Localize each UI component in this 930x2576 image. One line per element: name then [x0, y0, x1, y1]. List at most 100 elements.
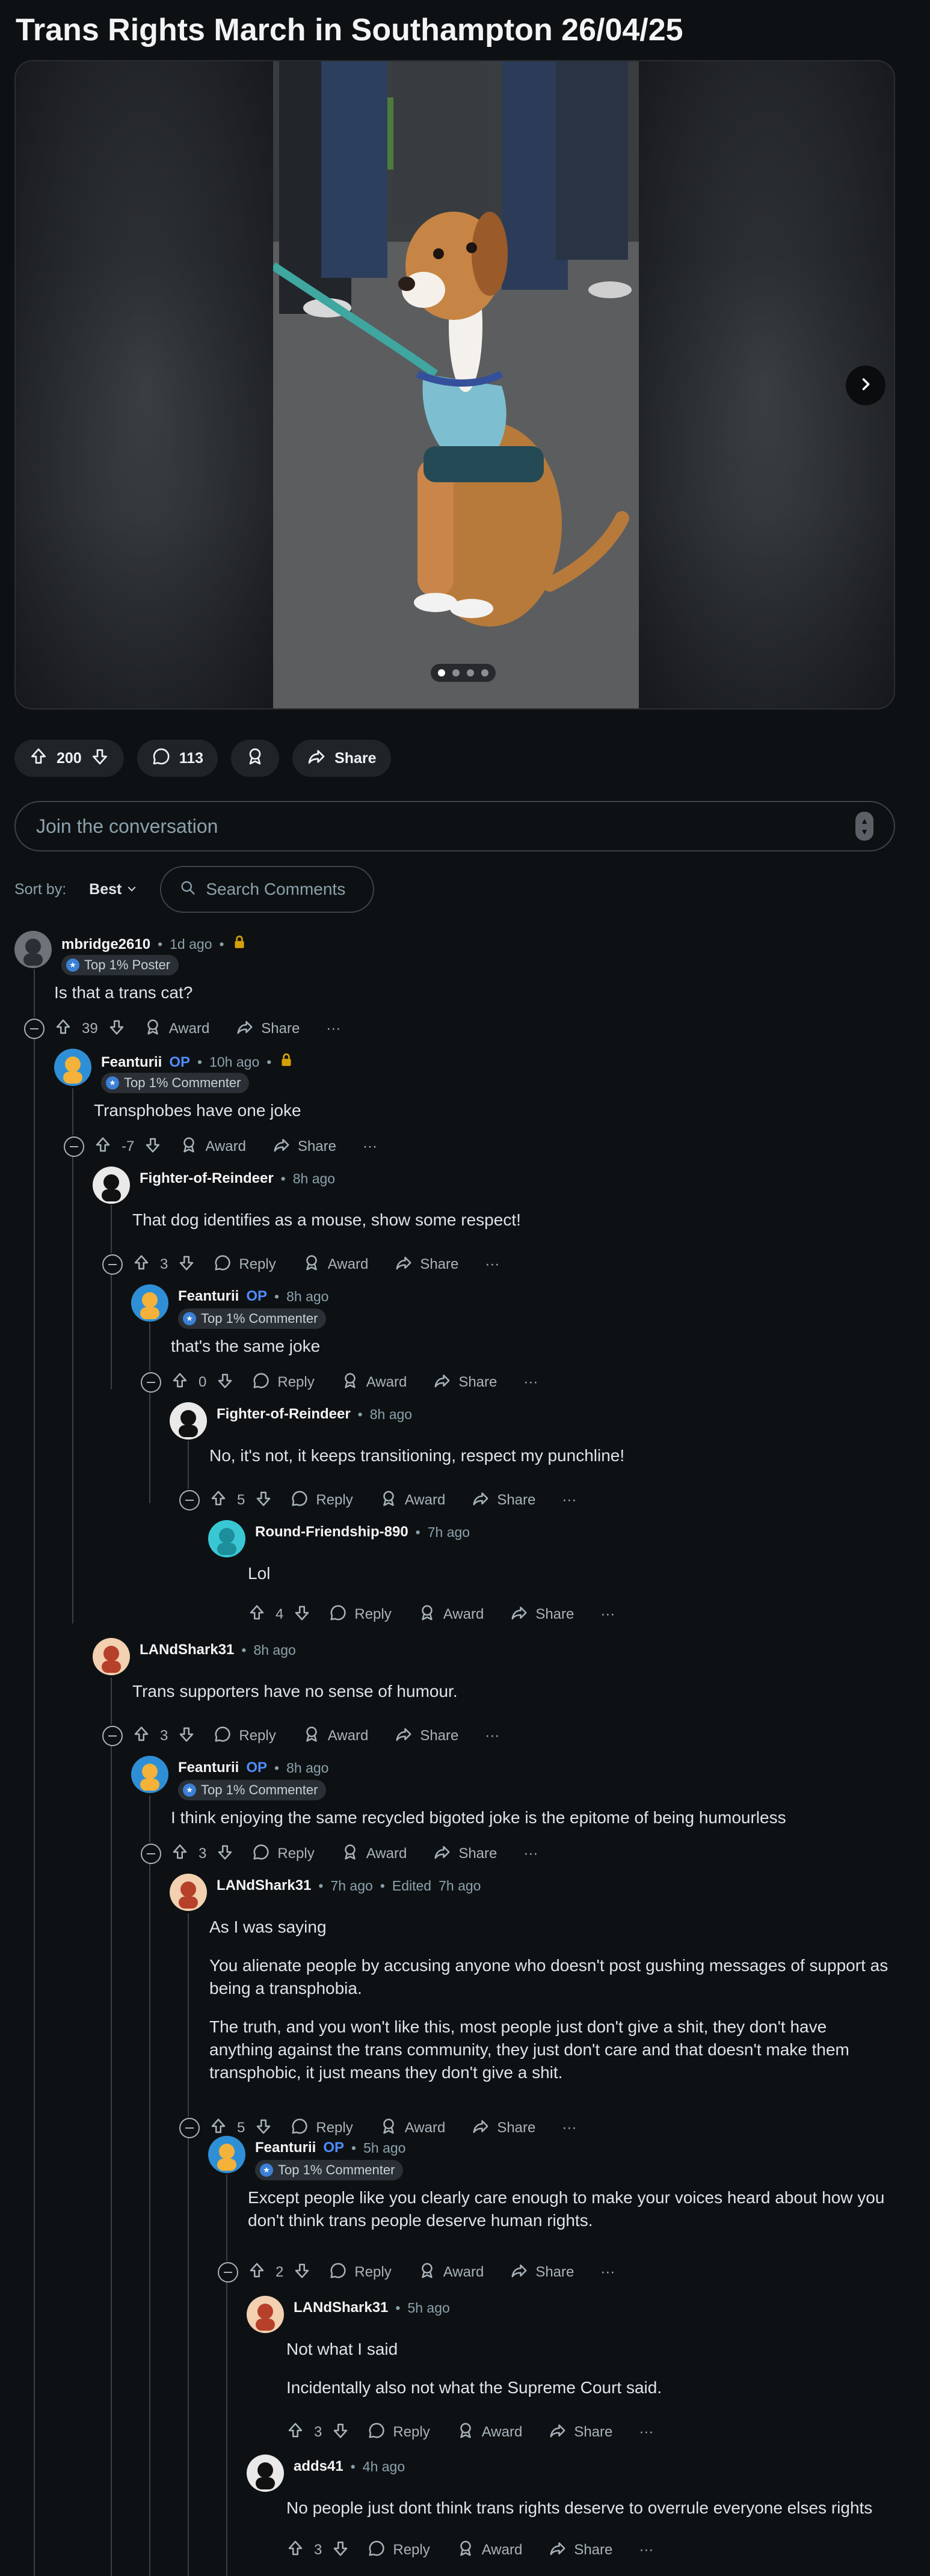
reply-button[interactable]: Reply — [214, 1254, 276, 1276]
share-button[interactable]: Share — [510, 2262, 574, 2284]
downvote-icon[interactable] — [331, 2539, 350, 2562]
avatar[interactable] — [208, 2136, 245, 2173]
avatar[interactable] — [54, 1049, 91, 1086]
comment-composer[interactable]: ▲ ▼ — [14, 801, 895, 851]
collapse-thread-button[interactable] — [64, 1136, 84, 1157]
comment-author[interactable]: Feanturii — [178, 1288, 239, 1305]
award-button[interactable]: Award — [418, 1604, 484, 1626]
collapse-thread-button[interactable] — [102, 1726, 123, 1746]
award-button[interactable]: Award — [341, 1843, 407, 1865]
downvote-icon[interactable] — [254, 1489, 273, 1512]
downvote-icon[interactable] — [90, 747, 109, 770]
avatar[interactable] — [247, 2455, 284, 2492]
avatar[interactable] — [131, 1756, 168, 1793]
collapse-thread-button[interactable] — [102, 1254, 123, 1275]
share-button[interactable]: Share — [433, 1843, 497, 1865]
upvote-icon[interactable] — [132, 1254, 150, 1276]
award-button[interactable]: Award — [457, 2421, 522, 2444]
award-button[interactable]: Award — [303, 1725, 368, 1747]
award-button[interactable]: Award — [380, 1489, 445, 1512]
downvote-icon[interactable] — [177, 1254, 196, 1276]
award-button[interactable]: Award — [457, 2539, 522, 2562]
upvote-icon[interactable] — [286, 2539, 304, 2562]
upvote-icon[interactable] — [29, 747, 48, 770]
collapse-thread-button[interactable] — [179, 2118, 200, 2138]
comment-author[interactable]: Fighter-of-Reindeer — [217, 1406, 351, 1423]
collapse-thread-button[interactable] — [141, 1372, 161, 1393]
award-button[interactable]: Award — [180, 1136, 246, 1158]
share-button[interactable]: Share — [549, 2539, 612, 2562]
reply-button[interactable]: Reply — [368, 2539, 430, 2562]
reply-button[interactable]: Reply — [252, 1843, 315, 1865]
share-button[interactable]: Share — [472, 1489, 535, 1512]
more-options-button[interactable]: ··· — [485, 1728, 499, 1744]
comment-author[interactable]: Feanturii — [101, 1054, 162, 1071]
upvote-icon[interactable] — [248, 2262, 266, 2284]
post-award-button[interactable] — [231, 740, 280, 777]
upvote-icon[interactable] — [94, 1136, 112, 1158]
share-button[interactable]: Share — [472, 2117, 535, 2139]
comment-author[interactable]: Feanturii — [255, 2139, 316, 2156]
comment-author[interactable]: Feanturii — [178, 1759, 239, 1776]
comment-author[interactable]: LANdShark31 — [294, 2299, 388, 2316]
more-options-button[interactable]: ··· — [485, 1256, 499, 1273]
carousel-dot[interactable] — [452, 669, 460, 676]
award-button[interactable]: Award — [418, 2262, 484, 2284]
avatar[interactable] — [93, 1167, 130, 1204]
avatar[interactable] — [93, 1638, 130, 1675]
carousel-dot[interactable] — [467, 669, 474, 676]
share-button[interactable]: Share — [549, 2421, 612, 2444]
collapse-thread-button[interactable] — [179, 1490, 200, 1510]
more-options-button[interactable]: ··· — [363, 1138, 377, 1155]
comment-input[interactable] — [36, 815, 758, 838]
reply-button[interactable]: Reply — [214, 1725, 276, 1747]
upvote-icon[interactable] — [171, 1843, 189, 1865]
more-options-button[interactable]: ··· — [639, 2542, 653, 2559]
composer-resize-handle[interactable]: ▲ ▼ — [855, 812, 873, 841]
award-button[interactable]: Award — [341, 1372, 407, 1394]
sort-select[interactable]: Best — [78, 881, 148, 898]
collapse-thread-button[interactable] — [24, 1019, 45, 1039]
reply-button[interactable]: Reply — [329, 1604, 392, 1626]
downvote-icon[interactable] — [216, 1372, 234, 1394]
avatar[interactable] — [170, 1402, 207, 1440]
award-button[interactable]: Award — [144, 1018, 209, 1040]
reply-button[interactable]: Reply — [252, 1372, 315, 1394]
more-options-button[interactable]: ··· — [523, 1374, 538, 1391]
reply-button[interactable]: Reply — [368, 2421, 430, 2444]
share-button[interactable]: Share — [273, 1136, 336, 1158]
carousel-dot[interactable] — [438, 669, 445, 676]
carousel-dot[interactable] — [481, 669, 488, 676]
comment-author[interactable]: Fighter-of-Reindeer — [140, 1170, 274, 1187]
comment-author[interactable]: LANdShark31 — [140, 1642, 234, 1658]
reply-button[interactable]: Reply — [291, 2117, 353, 2139]
more-options-button[interactable]: ··· — [600, 1606, 615, 1623]
avatar[interactable] — [14, 931, 52, 968]
upvote-icon[interactable] — [132, 1725, 150, 1747]
more-options-button[interactable]: ··· — [562, 2120, 576, 2136]
comment-author[interactable]: LANdShark31 — [217, 1877, 311, 1894]
post-comments-button[interactable]: 113 — [137, 740, 218, 777]
avatar[interactable] — [247, 2296, 284, 2333]
downvote-icon[interactable] — [144, 1136, 162, 1158]
more-options-button[interactable]: ··· — [326, 1020, 340, 1037]
collapse-thread-button[interactable] — [218, 2262, 238, 2283]
comment-author[interactable]: mbridge2610 — [61, 936, 150, 953]
share-button[interactable]: Share — [433, 1372, 497, 1394]
share-button[interactable]: Share — [236, 1018, 300, 1040]
post-share-button[interactable]: Share — [292, 740, 391, 777]
downvote-icon[interactable] — [293, 1604, 311, 1626]
award-button[interactable]: Award — [303, 1254, 368, 1276]
award-button[interactable]: Award — [380, 2117, 445, 2139]
more-options-button[interactable]: ··· — [562, 1492, 576, 1509]
share-button[interactable]: Share — [510, 1604, 574, 1626]
share-button[interactable]: Share — [395, 1725, 458, 1747]
media-carousel[interactable] — [14, 60, 895, 710]
downvote-icon[interactable] — [177, 1725, 196, 1747]
downvote-icon[interactable] — [293, 2262, 311, 2284]
more-options-button[interactable]: ··· — [523, 1845, 538, 1862]
upvote-icon[interactable] — [54, 1018, 72, 1040]
search-comments-input[interactable]: Search Comments — [160, 866, 375, 913]
downvote-icon[interactable] — [216, 1843, 234, 1865]
downvote-icon[interactable] — [331, 2421, 350, 2444]
